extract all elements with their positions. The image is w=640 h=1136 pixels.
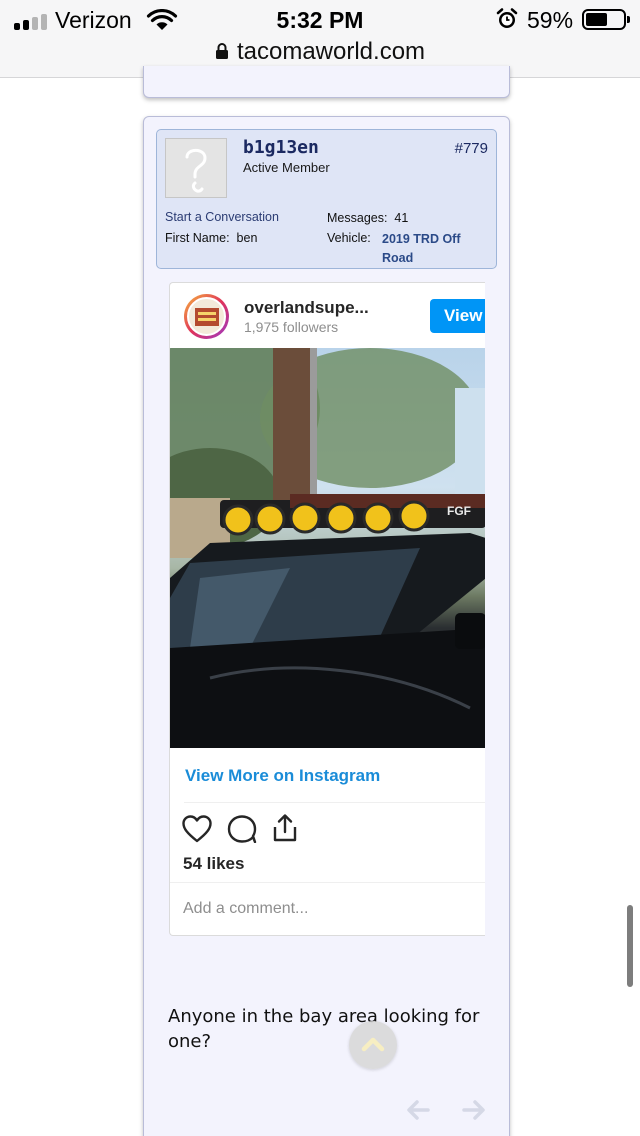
messages-value: 41: [394, 211, 409, 225]
username-link[interactable]: b1g13en: [243, 137, 319, 158]
view-profile-button[interactable]: View: [430, 299, 485, 333]
status-bar: Verizon 5:32 PM 59%: [0, 0, 640, 40]
divider: [184, 802, 485, 803]
first-name-value: ben: [236, 231, 258, 245]
instagram-handle[interactable]: overlandsupe...: [244, 298, 369, 318]
scrollbar[interactable]: [627, 905, 633, 987]
previous-post-container: [143, 66, 510, 98]
user-info-block: b1g13en Active Member #779 Start a Conve…: [156, 129, 497, 269]
share-icon[interactable]: [270, 813, 300, 843]
add-comment-input[interactable]: Add a comment...: [183, 900, 308, 918]
arrow-left-icon[interactable]: [404, 1096, 432, 1124]
truck-light-bar-photo: FGF: [170, 348, 485, 748]
post-number-link[interactable]: #779: [455, 140, 488, 157]
address-domain: tacomaworld.com: [236, 38, 426, 65]
lock-icon: [215, 42, 228, 59]
battery-icon: [582, 9, 630, 30]
scroll-to-top-button[interactable]: [349, 1021, 397, 1069]
user-title: Active Member: [243, 160, 330, 175]
alarm-icon: [496, 8, 518, 28]
start-conversation-link[interactable]: Start a Conversation: [165, 210, 279, 224]
instagram-actions: [182, 813, 322, 843]
instagram-followers: 1,975 followers: [244, 319, 339, 335]
lightbar-brand-text: FGF: [447, 504, 471, 518]
messages-field: Messages: 41: [327, 211, 408, 225]
divider: [170, 882, 485, 883]
post-body-text: Anyone in the bay area looking for one?: [168, 1006, 480, 1052]
chevron-up-icon: [361, 1037, 385, 1052]
arrow-right-icon[interactable]: [460, 1096, 488, 1124]
avatar[interactable]: [165, 138, 227, 198]
vehicle-label: Vehicle:: [327, 231, 371, 245]
default-avatar-icon: [185, 148, 207, 193]
messages-label: Messages:: [327, 211, 388, 225]
instagram-avatar[interactable]: [184, 294, 229, 339]
vehicle-link[interactable]: 2019 TRD Off Road: [382, 230, 482, 268]
instagram-embed: overlandsupe... 1,975 followers View FGF: [169, 282, 485, 936]
view-more-instagram-link[interactable]: View More on Instagram: [185, 766, 380, 786]
instagram-photo[interactable]: FGF: [170, 348, 485, 748]
comment-icon[interactable]: [227, 815, 257, 843]
battery-percent: 59%: [527, 7, 574, 33]
first-name-label: First Name:: [165, 231, 230, 245]
first-name-field: First Name: ben: [165, 231, 257, 245]
likes-count[interactable]: 54 likes: [183, 854, 244, 874]
heart-icon[interactable]: [182, 815, 212, 843]
